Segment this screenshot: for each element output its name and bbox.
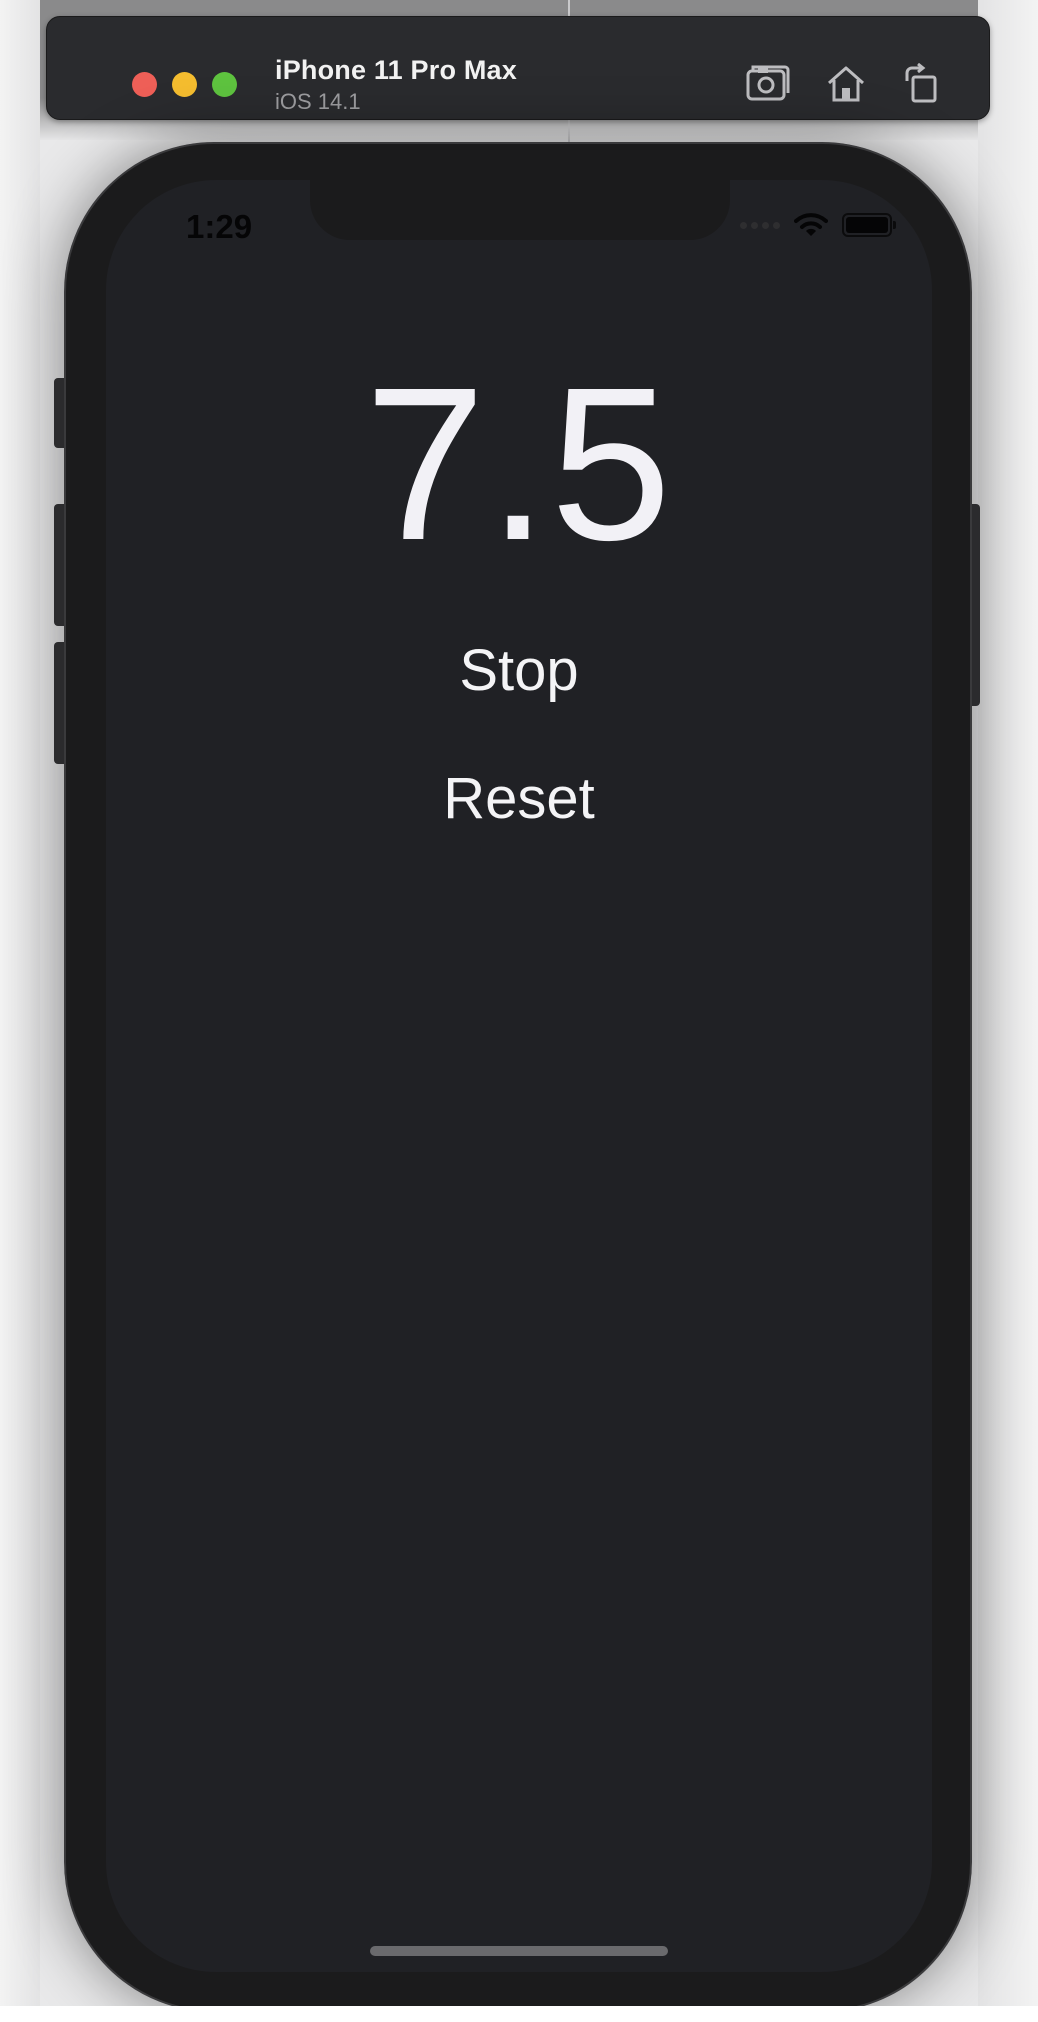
status-bar-time: 1:29: [186, 208, 253, 245]
os-version: iOS 14.1: [275, 89, 361, 114]
desktop-background-right: [978, 0, 1038, 2022]
phone-screen: 1:29 7.5 Stop Reset: [106, 180, 932, 1972]
zoom-window-button[interactable]: [212, 72, 237, 97]
battery-icon: [842, 213, 896, 237]
stop-button[interactable]: Stop: [106, 642, 932, 700]
minimize-window-button[interactable]: [172, 72, 197, 97]
timer-display: 7.5: [364, 343, 674, 586]
home-indicator[interactable]: [370, 1946, 668, 1956]
wifi-icon: [794, 212, 828, 238]
home-icon[interactable]: [823, 63, 869, 103]
device-name: iPhone 11 Pro Max: [275, 55, 517, 85]
desktop-background-left: [0, 0, 40, 2022]
screenshot-icon[interactable]: [745, 63, 791, 103]
reset-button[interactable]: Reset: [106, 770, 932, 828]
status-bar-indicators: [740, 210, 896, 240]
rotate-icon[interactable]: [899, 62, 945, 103]
simulator-titlebar: iPhone 11 Pro Max iOS 14.1: [46, 16, 990, 120]
desktop-bottom-strip: [0, 2006, 1038, 2022]
cellular-signal-icon: [740, 221, 780, 229]
close-window-button[interactable]: [132, 72, 157, 97]
notch: [310, 180, 730, 240]
simulator-desktop: iPhone 11 Pro Max iOS 14.1 1:29 7.5 Stop…: [0, 0, 1038, 2022]
